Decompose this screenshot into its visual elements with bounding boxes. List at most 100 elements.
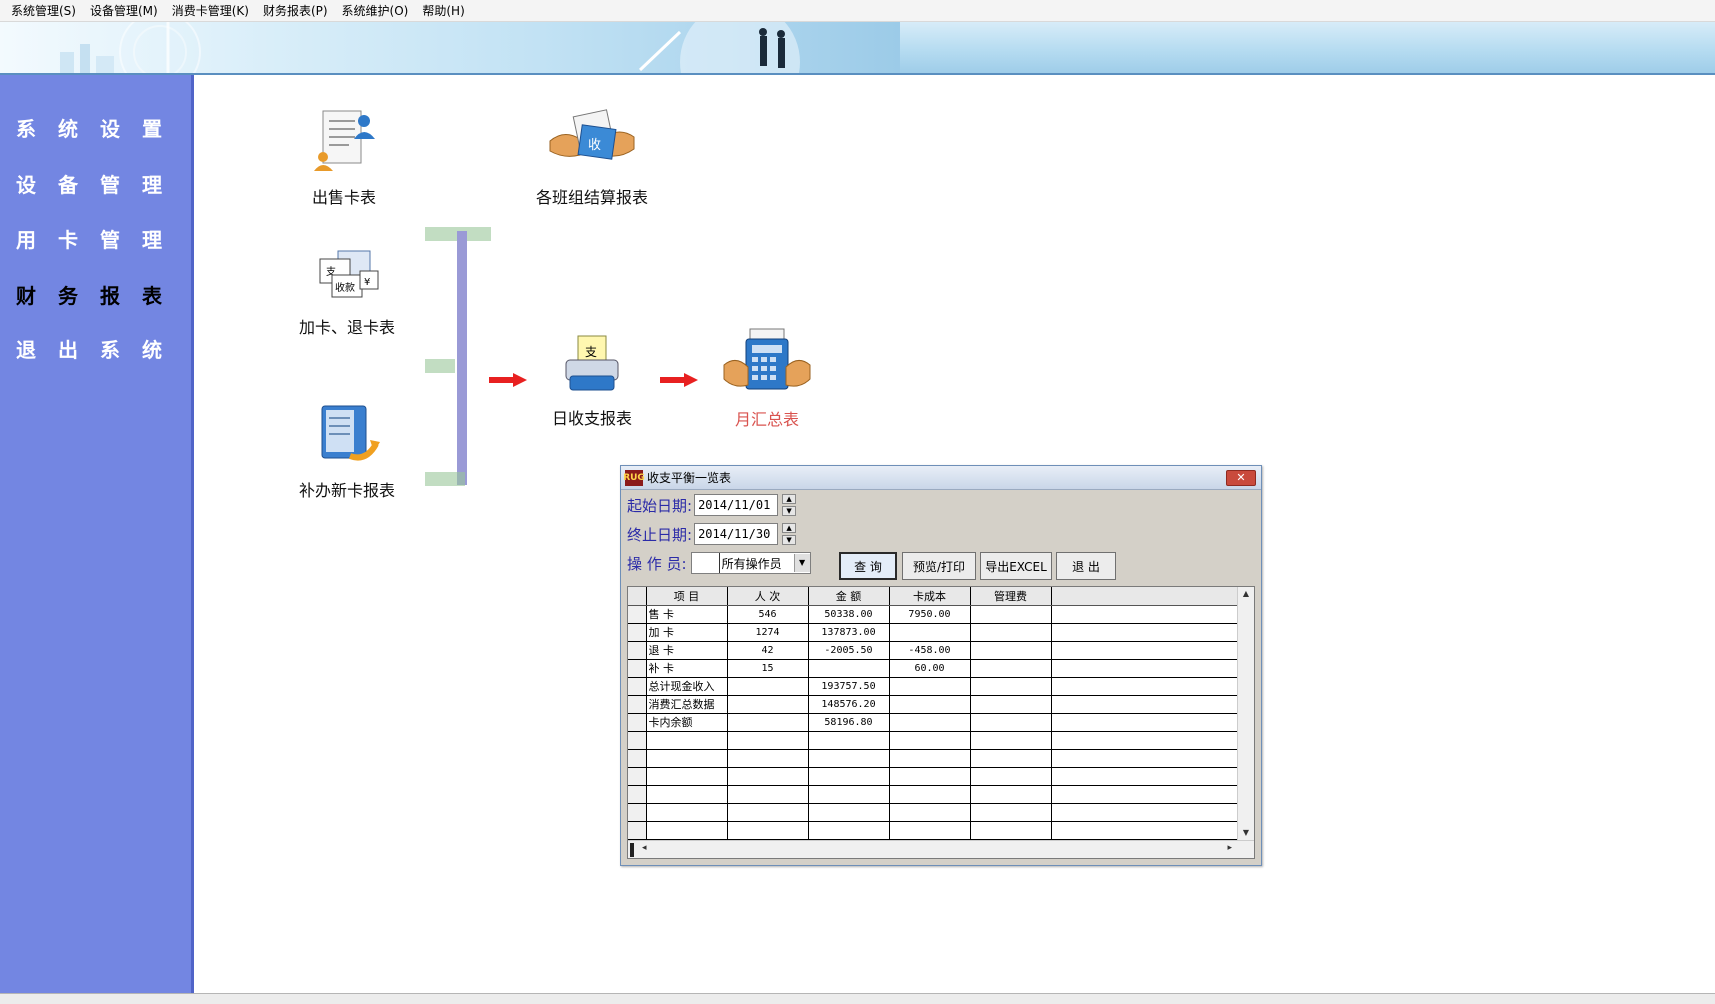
table-cell[interactable] xyxy=(808,785,890,804)
table-cell[interactable] xyxy=(970,731,1052,750)
table-cell[interactable] xyxy=(889,731,971,750)
column-header-card-cost[interactable]: 卡成本 xyxy=(889,587,971,606)
table-cell[interactable]: 总计现金收入 xyxy=(646,677,728,696)
row-indicator[interactable] xyxy=(628,605,647,624)
start-date-field[interactable]: 2014/11/01 xyxy=(694,494,779,516)
menu-system-admin[interactable]: 系统管理(S) xyxy=(4,0,83,22)
scroll-left-icon[interactable]: ◂ xyxy=(642,843,647,853)
exit-button[interactable]: 退 出 xyxy=(1056,552,1116,580)
row-indicator[interactable] xyxy=(628,803,647,822)
row-indicator[interactable] xyxy=(628,749,647,768)
table-cell[interactable]: 58196.80 xyxy=(808,713,890,732)
table-cell[interactable]: 15 xyxy=(727,659,809,678)
table-cell[interactable]: 补 卡 xyxy=(646,659,728,678)
operator-select[interactable]: 所有操作员 ▼ xyxy=(690,552,811,574)
spin-down-icon[interactable]: ▼ xyxy=(782,506,797,516)
sidebar-item-device-management[interactable]: 设备管理 xyxy=(0,163,194,203)
table-cell[interactable] xyxy=(970,785,1052,804)
table-cell[interactable] xyxy=(646,785,728,804)
dialog-titlebar[interactable]: RUG 收支平衡一览表 ✕ xyxy=(621,466,1261,490)
table-cell[interactable] xyxy=(970,659,1052,678)
table-cell[interactable]: -458.00 xyxy=(889,641,971,660)
table-cell[interactable] xyxy=(646,821,728,840)
table-cell[interactable] xyxy=(889,767,971,786)
report-monthly-summary[interactable]: 月汇总表 xyxy=(712,325,822,430)
chevron-down-icon[interactable]: ▼ xyxy=(793,554,810,572)
table-cell[interactable] xyxy=(808,767,890,786)
table-cell[interactable] xyxy=(889,785,971,804)
table-cell[interactable]: 1274 xyxy=(727,623,809,642)
table-cell[interactable] xyxy=(889,821,971,840)
query-button[interactable]: 查 询 xyxy=(839,552,897,580)
table-cell[interactable]: 137873.00 xyxy=(808,623,890,642)
start-date-spinner[interactable]: ▲ ▼ xyxy=(782,494,797,516)
table-cell[interactable] xyxy=(727,749,809,768)
table-row[interactable] xyxy=(628,731,1242,750)
menu-help[interactable]: 帮助(H) xyxy=(415,0,471,22)
sidebar-item-exit-system[interactable]: 退出系统 xyxy=(0,328,194,368)
end-date-spinner[interactable]: ▲ ▼ xyxy=(782,523,797,545)
table-cell[interactable] xyxy=(727,767,809,786)
table-cell[interactable]: 50338.00 xyxy=(808,605,890,624)
menu-device-admin[interactable]: 设备管理(M) xyxy=(83,0,165,22)
table-row[interactable] xyxy=(628,767,1242,786)
table-cell[interactable] xyxy=(727,731,809,750)
table-cell[interactable]: 193757.50 xyxy=(808,677,890,696)
table-cell[interactable]: 消费汇总数据 xyxy=(646,695,728,714)
menu-card-admin[interactable]: 消费卡管理(K) xyxy=(165,0,256,22)
table-cell[interactable] xyxy=(889,695,971,714)
row-indicator[interactable] xyxy=(628,695,647,714)
preview-print-button[interactable]: 预览/打印 xyxy=(902,552,976,580)
report-daily-income[interactable]: 支 日收支报表 xyxy=(537,330,647,429)
row-indicator[interactable] xyxy=(628,731,647,750)
table-cell[interactable]: 42 xyxy=(727,641,809,660)
table-row[interactable]: 售 卡 546 50338.00 7950.00 xyxy=(628,605,1242,624)
table-cell[interactable]: 退 卡 xyxy=(646,641,728,660)
close-button[interactable]: ✕ xyxy=(1226,470,1256,486)
scroll-right-icon[interactable]: ▸ xyxy=(1227,843,1232,853)
row-indicator[interactable] xyxy=(628,623,647,642)
table-cell[interactable] xyxy=(646,803,728,822)
table-cell[interactable] xyxy=(808,749,890,768)
table-row[interactable]: 卡内余额 58196.80 xyxy=(628,713,1242,732)
row-indicator[interactable] xyxy=(628,767,647,786)
table-row[interactable] xyxy=(628,785,1242,804)
table-cell[interactable] xyxy=(970,713,1052,732)
table-row[interactable] xyxy=(628,821,1242,840)
table-cell[interactable] xyxy=(970,767,1052,786)
table-row[interactable]: 加 卡 1274 137873.00 xyxy=(628,623,1242,642)
menu-system-maintenance[interactable]: 系统维护(O) xyxy=(335,0,416,22)
sidebar-item-card-management[interactable]: 用卡管理 xyxy=(0,218,194,258)
row-indicator[interactable] xyxy=(628,821,647,840)
spin-up-icon[interactable]: ▲ xyxy=(782,494,797,504)
table-cell[interactable] xyxy=(889,677,971,696)
table-cell[interactable]: 卡内余额 xyxy=(646,713,728,732)
table-cell[interactable] xyxy=(970,749,1052,768)
table-row[interactable]: 消费汇总数据 148576.20 xyxy=(628,695,1242,714)
table-cell[interactable] xyxy=(727,695,809,714)
vertical-scrollbar[interactable]: ▲ ▼ xyxy=(1237,587,1254,840)
table-cell[interactable] xyxy=(727,713,809,732)
table-cell[interactable] xyxy=(727,677,809,696)
spin-up-icon[interactable]: ▲ xyxy=(782,523,797,533)
table-cell[interactable] xyxy=(646,731,728,750)
table-cell[interactable]: 60.00 xyxy=(889,659,971,678)
table-cell[interactable] xyxy=(808,803,890,822)
table-cell[interactable]: 加 卡 xyxy=(646,623,728,642)
table-cell[interactable] xyxy=(970,605,1052,624)
column-header-amount[interactable]: 金 额 xyxy=(808,587,890,606)
balance-grid[interactable]: 项 目 人 次 金 额 卡成本 管理费 售 卡 546 50338.00 7950.0… xyxy=(627,586,1255,859)
menu-finance-reports[interactable]: 财务报表(P) xyxy=(256,0,335,22)
table-row[interactable]: 退 卡 42 -2005.50 -458.00 xyxy=(628,641,1242,660)
table-cell[interactable] xyxy=(808,659,890,678)
table-cell[interactable] xyxy=(727,803,809,822)
table-cell[interactable] xyxy=(646,749,728,768)
table-cell[interactable]: 546 xyxy=(727,605,809,624)
table-row[interactable] xyxy=(628,749,1242,768)
report-shift-settlement[interactable]: 收 各班组结算报表 xyxy=(527,105,657,208)
table-cell[interactable]: -2005.50 xyxy=(808,641,890,660)
spin-down-icon[interactable]: ▼ xyxy=(782,535,797,545)
table-cell[interactable] xyxy=(646,767,728,786)
column-header-mgmt-fee[interactable]: 管理费 xyxy=(970,587,1052,606)
table-cell[interactable] xyxy=(970,695,1052,714)
